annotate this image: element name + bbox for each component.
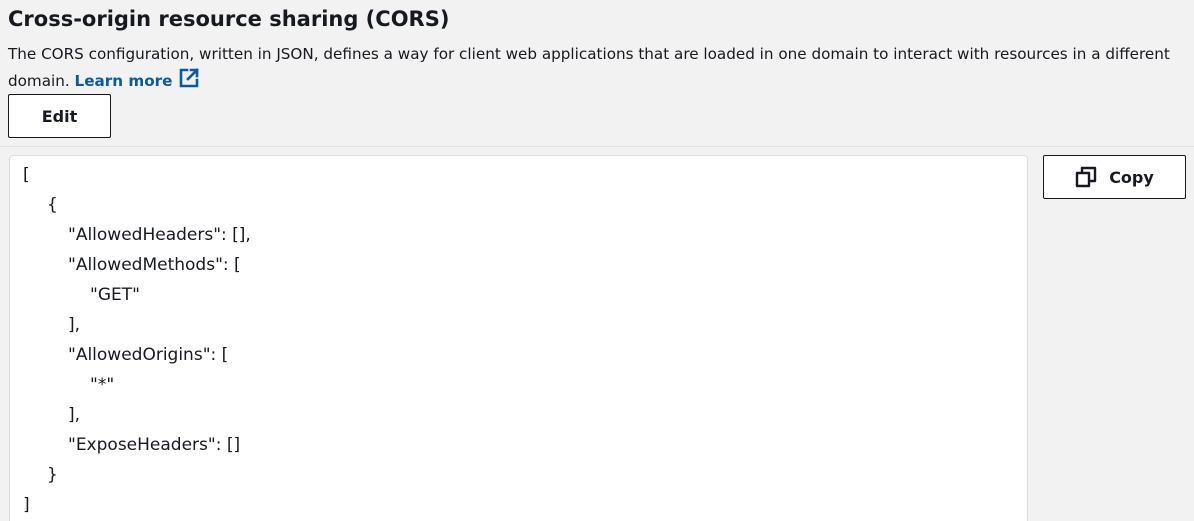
code-line: ], (68, 315, 81, 335)
cors-section-header: Cross-origin resource sharing (CORS) The… (0, 0, 1194, 147)
copy-label: Copy (1109, 167, 1154, 187)
learn-more-label: Learn more (74, 72, 173, 90)
code-line: [ (23, 165, 30, 185)
external-link-icon (178, 67, 200, 97)
code-line: { (47, 195, 58, 215)
copy-button[interactable]: Copy (1043, 155, 1186, 199)
code-line: "AllowedHeaders": [], (68, 225, 251, 245)
learn-more-link[interactable]: Learn more (74, 68, 201, 90)
copy-icon (1075, 166, 1097, 188)
code-line: "AllowedOrigins": [ (68, 345, 229, 365)
code-line: "AllowedMethods": [ (68, 255, 241, 275)
code-line: "*" (90, 375, 115, 395)
section-title: Cross-origin resource sharing (CORS) (8, 7, 450, 31)
code-line: ], (68, 405, 81, 425)
code-line: } (47, 465, 58, 485)
code-line: "GET" (90, 285, 140, 305)
section-description: The CORS configuration, written in JSON,… (8, 42, 1188, 97)
cors-page: Cross-origin resource sharing (CORS) The… (0, 0, 1194, 521)
cors-json-viewer: [ { "AllowedHeaders": [], "AllowedMethod… (9, 155, 1028, 521)
code-line: ] (23, 495, 30, 515)
code-line: "ExposeHeaders": [] (68, 435, 241, 455)
edit-button[interactable]: Edit (8, 94, 111, 138)
